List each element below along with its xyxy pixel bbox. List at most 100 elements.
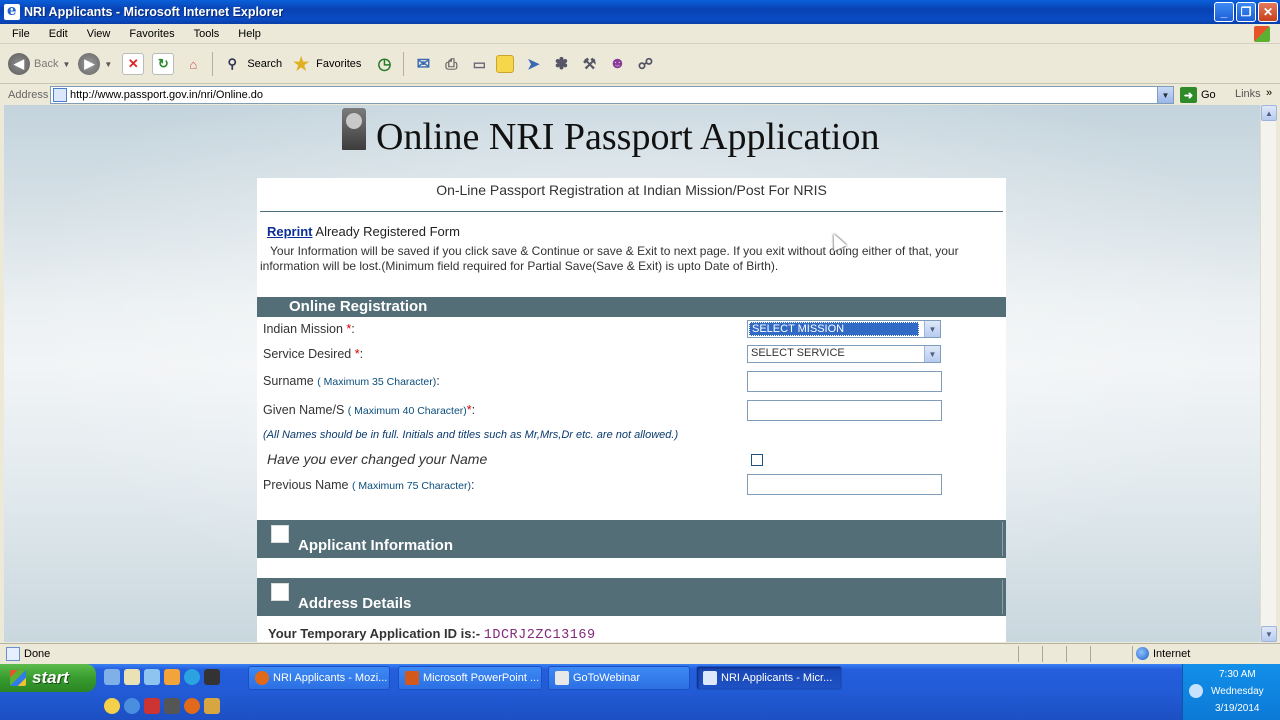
service-select[interactable]: SELECT SERVICE ▼ (747, 345, 941, 363)
tools-icon[interactable]: ⚒ (578, 53, 600, 75)
section-online-registration: Online Registration (257, 297, 1006, 317)
section-address-details[interactable]: Address Details (257, 578, 1006, 616)
status-bar: Done Internet (0, 643, 1280, 664)
clock-time[interactable]: 7:30 AM (1219, 669, 1256, 680)
changed-name-checkbox[interactable] (751, 454, 763, 466)
messenger-icon[interactable] (104, 698, 120, 714)
status-divider (1132, 646, 1133, 662)
taskbar: start NRI Applicants - Mozi... Microsoft… (0, 664, 1280, 720)
address-label: Address (8, 89, 49, 101)
menu-edit[interactable]: Edit (37, 28, 75, 40)
quick-launch-icon[interactable] (164, 698, 180, 714)
section-applicant-information[interactable]: Applicant Information (257, 520, 1006, 558)
go-button[interactable]: ➜ Go (1180, 87, 1216, 103)
given-name-input[interactable] (747, 400, 942, 421)
go-arrow-icon: ➜ (1180, 87, 1197, 103)
task-powerpoint[interactable]: Microsoft PowerPoint ... (398, 666, 542, 690)
windows-logo-icon (1254, 26, 1270, 42)
powerpoint-icon (405, 671, 419, 685)
notes-icon[interactable] (496, 55, 515, 73)
back-button[interactable]: ◀ Back ▼ (8, 53, 70, 75)
quick-launch-icon[interactable] (144, 698, 160, 714)
forward-arrow-icon: ▶ (78, 53, 101, 75)
toolbar-separator (403, 52, 405, 76)
expand-checkbox-icon[interactable] (271, 583, 289, 601)
previous-name-input[interactable] (747, 474, 942, 495)
expand-checkbox-icon[interactable] (271, 525, 289, 543)
mission-label-text: Indian Mission (263, 322, 343, 336)
task-gotowebinar[interactable]: GoToWebinar (548, 666, 690, 690)
menu-help[interactable]: Help (226, 28, 268, 40)
menu-view[interactable]: View (75, 28, 118, 40)
home-icon[interactable]: ⌂ (182, 53, 204, 75)
network-icon[interactable] (1189, 684, 1203, 698)
stop-icon[interactable]: ✕ (122, 53, 145, 75)
scroll-up-icon[interactable]: ▲ (1261, 105, 1277, 121)
links-label[interactable]: Links (1235, 88, 1261, 100)
start-button[interactable]: start (0, 664, 96, 692)
quick-launch-icon[interactable] (204, 698, 220, 714)
start-label: start (32, 668, 69, 687)
ie-icon (4, 1, 20, 20)
back-dropdown-icon[interactable]: ▼ (62, 60, 70, 69)
mail-icon[interactable]: ✉ (412, 53, 434, 75)
menu-favorites[interactable]: Favorites (117, 28, 181, 40)
history-icon[interactable]: ◷ (373, 53, 395, 75)
window-title-bar[interactable]: NRI Applicants - Microsoft Internet Expl… (0, 0, 1280, 24)
quick-launch-icon[interactable] (204, 669, 220, 685)
back-label: Back (34, 58, 59, 70)
search-label: Search (247, 58, 283, 70)
quick-launch-icon[interactable] (104, 669, 120, 685)
close-button[interactable]: ✕ (1258, 2, 1278, 22)
task-internet-explorer[interactable]: NRI Applicants - Micr... (696, 666, 842, 690)
messenger-icon[interactable]: ➤ (522, 53, 544, 75)
ie-icon[interactable] (124, 698, 140, 714)
research-icon[interactable]: ✽ (550, 53, 572, 75)
page-icon (53, 88, 67, 102)
window-title: NRI Applicants - Microsoft Internet Expl… (24, 5, 284, 19)
menu-file[interactable]: File (0, 28, 37, 40)
window-controls: _ ❐ ✕ (1214, 2, 1278, 22)
addon-icon[interactable]: ☻ (606, 53, 628, 75)
previous-name-hint: ( Maximum 75 Character) (351, 480, 471, 492)
reprint-text: Already Registered Form (315, 224, 460, 239)
toolbar: ◀ Back ▼ ▶ ▼ ✕ ↻ ⌂ ⚲ Search ★ Favorites … (0, 45, 1280, 84)
vertical-scrollbar[interactable]: ▲ ▼ (1260, 105, 1277, 642)
scroll-down-icon[interactable]: ▼ (1261, 626, 1277, 642)
surname-input[interactable] (747, 371, 942, 392)
forward-dropdown-icon[interactable]: ▼ (104, 60, 112, 69)
clock-day: Wednesday (1211, 686, 1264, 697)
globe-icon (1136, 647, 1149, 660)
search-icon: ⚲ (227, 56, 238, 71)
print-icon[interactable]: ⎙ (440, 53, 462, 75)
address-input[interactable]: http://www.passport.gov.in/nri/Online.do… (50, 86, 1174, 104)
reprint-link[interactable]: Reprint (267, 224, 313, 239)
panel-subheading: On-Line Passport Registration at Indian … (436, 182, 827, 198)
forward-button[interactable]: ▶ ▼ (78, 53, 112, 75)
task-label: GoToWebinar (573, 672, 641, 684)
edit-icon[interactable]: ▭ (468, 53, 490, 75)
save-info-text: Your Information will be saved if you cl… (260, 244, 959, 273)
maximize-button[interactable]: ❐ (1236, 2, 1256, 22)
quick-launch-icon[interactable] (124, 669, 140, 685)
refresh-icon[interactable]: ↻ (152, 53, 175, 75)
favorites-button[interactable]: ★ Favorites (290, 53, 361, 75)
quick-launch-icon[interactable] (144, 669, 160, 685)
search-button[interactable]: ⚲ Search (221, 53, 283, 75)
address-dropdown-icon[interactable]: ▼ (1157, 87, 1173, 103)
service-label-text: Service Desired (263, 347, 352, 361)
toolbar-separator (212, 52, 214, 76)
firefox-icon[interactable] (184, 698, 200, 714)
links-chevron-icon[interactable]: » (1266, 87, 1272, 99)
quick-launch-row-top (104, 669, 220, 685)
task-firefox[interactable]: NRI Applicants - Mozi... (248, 666, 390, 690)
skype-icon[interactable] (184, 669, 200, 685)
temporary-id-value: 1DCRJ2ZC13169 (483, 628, 596, 642)
people-icon[interactable]: ☍ (634, 53, 656, 75)
minimize-button[interactable]: _ (1214, 2, 1234, 22)
page-status-icon (6, 647, 20, 661)
star-icon: ★ (293, 53, 310, 74)
menu-tools[interactable]: Tools (182, 28, 227, 40)
mission-select[interactable]: SELECT MISSION ▼ (747, 320, 941, 338)
quick-launch-icon[interactable] (164, 669, 180, 685)
